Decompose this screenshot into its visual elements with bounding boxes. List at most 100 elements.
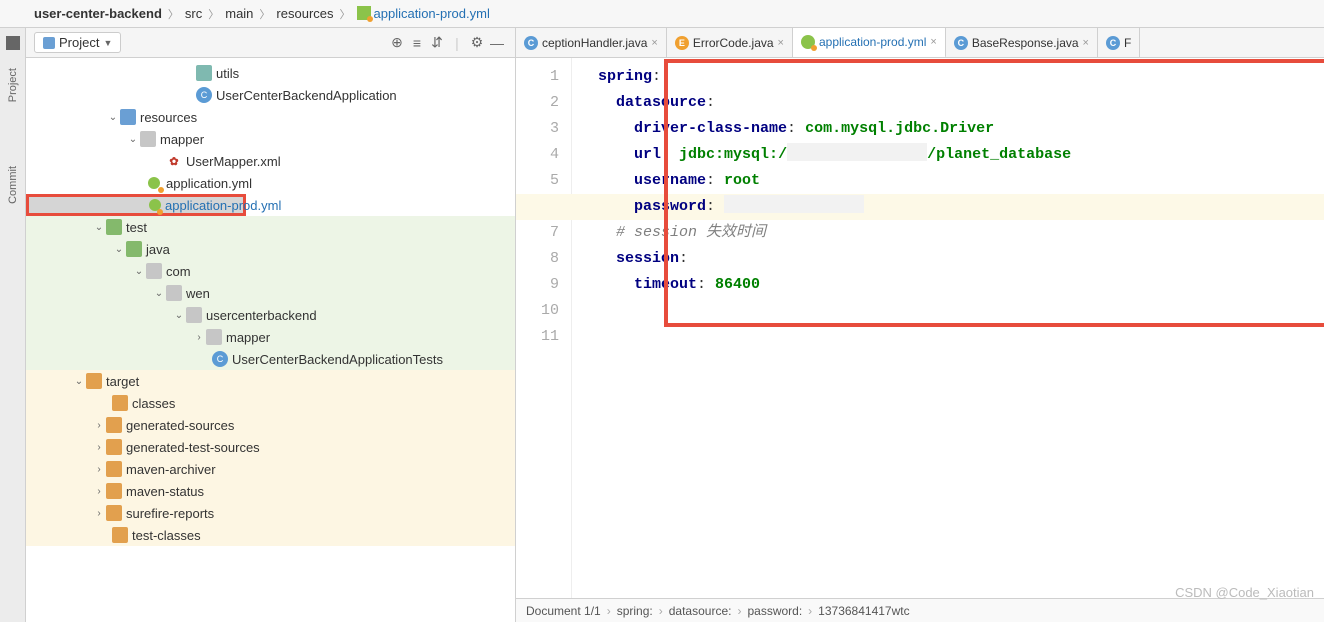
tree-node[interactable]: ⌄wen [26, 282, 515, 304]
folder-icon [112, 527, 128, 543]
dropdown-icon: ▼ [103, 38, 112, 48]
project-tree[interactable]: utils CUserCenterBackendApplication ⌄res… [26, 58, 515, 622]
tree-node[interactable]: ›generated-test-sources [26, 436, 515, 458]
chevron-right-icon[interactable]: › [92, 420, 106, 431]
folder-icon [126, 241, 142, 257]
chevron-right-icon[interactable]: › [92, 486, 106, 497]
crumb-resources[interactable]: resources [272, 6, 337, 21]
status-crumb[interactable]: password: [747, 604, 802, 618]
chevron-down-icon[interactable]: ⌄ [72, 376, 86, 387]
chevron-right-icon[interactable]: › [92, 508, 106, 519]
folder-icon [112, 395, 128, 411]
tree-node[interactable]: ⌄test [26, 216, 515, 238]
folder-icon [196, 65, 212, 81]
tree-node[interactable]: application.yml [26, 172, 515, 194]
chevron-down-icon[interactable]: ⌄ [132, 266, 146, 277]
tree-node[interactable]: ›mapper [26, 326, 515, 348]
tree-node[interactable]: ✿UserMapper.xml [26, 150, 515, 172]
collapse-icon[interactable]: ⇵ [427, 33, 447, 53]
tree-node[interactable]: CUserCenterBackendApplication [26, 84, 515, 106]
watermark: CSDN @Code_Xiaotian [1175, 585, 1314, 600]
java-icon: E [675, 36, 689, 50]
status-crumb[interactable]: 13736841417wtc [818, 604, 909, 618]
chevron-down-icon[interactable]: ⌄ [92, 222, 106, 233]
crumb-root[interactable]: user-center-backend [30, 6, 166, 21]
folder-icon [120, 109, 136, 125]
tab-exception-handler[interactable]: CceptionHandler.java× [516, 28, 667, 57]
chevron-down-icon[interactable]: ⌄ [126, 134, 140, 145]
tree-node[interactable]: ›generated-sources [26, 414, 515, 436]
crumb-src[interactable]: src [181, 6, 206, 21]
class-icon: C [196, 87, 212, 103]
tree-node-selected[interactable]: application-prod.yml [26, 194, 246, 216]
crumb-sep: 〉 [257, 6, 272, 22]
project-view-selector[interactable]: Project ▼ [34, 32, 121, 53]
code-content[interactable]: spring: datasource: driver-class-name: c… [592, 58, 1324, 598]
tree-node[interactable]: ⌄usercenterbackend [26, 304, 515, 326]
project-icon [43, 37, 55, 49]
tree-node[interactable]: classes [26, 392, 515, 414]
chevron-down-icon[interactable]: ⌄ [172, 310, 186, 321]
tree-node[interactable]: ⌄com [26, 260, 515, 282]
crumb-sep: 〉 [206, 6, 221, 22]
folder-icon [206, 329, 222, 345]
tree-node[interactable]: ›maven-archiver [26, 458, 515, 480]
code-editor[interactable]: 1234567891011 spring: datasource: driver… [516, 58, 1324, 598]
tab-partial[interactable]: CF [1098, 28, 1140, 57]
close-icon[interactable]: × [930, 36, 936, 48]
yml-icon [357, 6, 371, 20]
xml-icon: ✿ [166, 153, 182, 169]
yml-icon [149, 197, 161, 213]
tree-node[interactable]: ⌄target [26, 370, 515, 392]
chevron-right-icon[interactable]: › [92, 464, 106, 475]
crumb-file[interactable]: application-prod.yml [353, 6, 494, 21]
folder-icon [106, 439, 122, 455]
project-panel: Project ▼ ⊕ ≡ ⇵ | ⚙ — utils CUserCenterB… [26, 28, 516, 622]
tree-node[interactable]: test-classes [26, 524, 515, 546]
marker-gutter [572, 58, 592, 598]
yml-icon [146, 175, 162, 191]
folder-icon [186, 307, 202, 323]
tab-base-response[interactable]: CBaseResponse.java× [946, 28, 1098, 57]
class-icon: C [212, 351, 228, 367]
tree-node[interactable]: ⌄java [26, 238, 515, 260]
chevron-down-icon[interactable]: ⌄ [152, 288, 166, 299]
chevron-down-icon[interactable]: ⌄ [106, 112, 120, 123]
folder-icon [106, 219, 122, 235]
folder-icon [106, 417, 122, 433]
tree-node[interactable]: CUserCenterBackendApplicationTests [26, 348, 515, 370]
folder-icon [106, 461, 122, 477]
project-tool-label[interactable]: Project [5, 62, 21, 108]
tree-node[interactable]: ›surefire-reports [26, 502, 515, 524]
gear-icon[interactable]: ⚙ [467, 33, 487, 53]
tab-error-code[interactable]: EErrorCode.java× [667, 28, 793, 57]
project-panel-header: Project ▼ ⊕ ≡ ⇵ | ⚙ — [26, 28, 515, 58]
status-crumb[interactable]: datasource: [669, 604, 732, 618]
folder-icon [106, 505, 122, 521]
commit-tool-label[interactable]: Commit [5, 160, 21, 210]
java-icon: C [1106, 36, 1120, 50]
chevron-down-icon[interactable]: ⌄ [112, 244, 126, 255]
close-icon[interactable]: × [778, 37, 784, 49]
expand-icon[interactable]: ≡ [407, 33, 427, 53]
tab-application-prod[interactable]: application-prod.yml× [793, 28, 946, 58]
yml-icon [801, 35, 815, 49]
java-icon: C [954, 36, 968, 50]
tree-node[interactable]: ⌄resources [26, 106, 515, 128]
editor-area: CceptionHandler.java× EErrorCode.java× a… [516, 28, 1324, 622]
hide-icon[interactable]: — [487, 33, 507, 53]
project-tool-icon[interactable] [6, 36, 20, 50]
status-crumb[interactable]: spring: [617, 604, 653, 618]
close-icon[interactable]: × [1083, 37, 1089, 49]
tree-node[interactable]: ⌄mapper [26, 128, 515, 150]
tree-node[interactable]: ›maven-status [26, 480, 515, 502]
crumb-main[interactable]: main [221, 6, 257, 21]
folder-icon [146, 263, 162, 279]
chevron-right-icon[interactable]: › [192, 332, 206, 343]
chevron-right-icon[interactable]: › [92, 442, 106, 453]
folder-icon [86, 373, 102, 389]
status-doc: Document 1/1 [526, 604, 601, 618]
tree-node[interactable]: utils [26, 62, 515, 84]
close-icon[interactable]: × [651, 37, 657, 49]
locate-icon[interactable]: ⊕ [387, 33, 407, 53]
